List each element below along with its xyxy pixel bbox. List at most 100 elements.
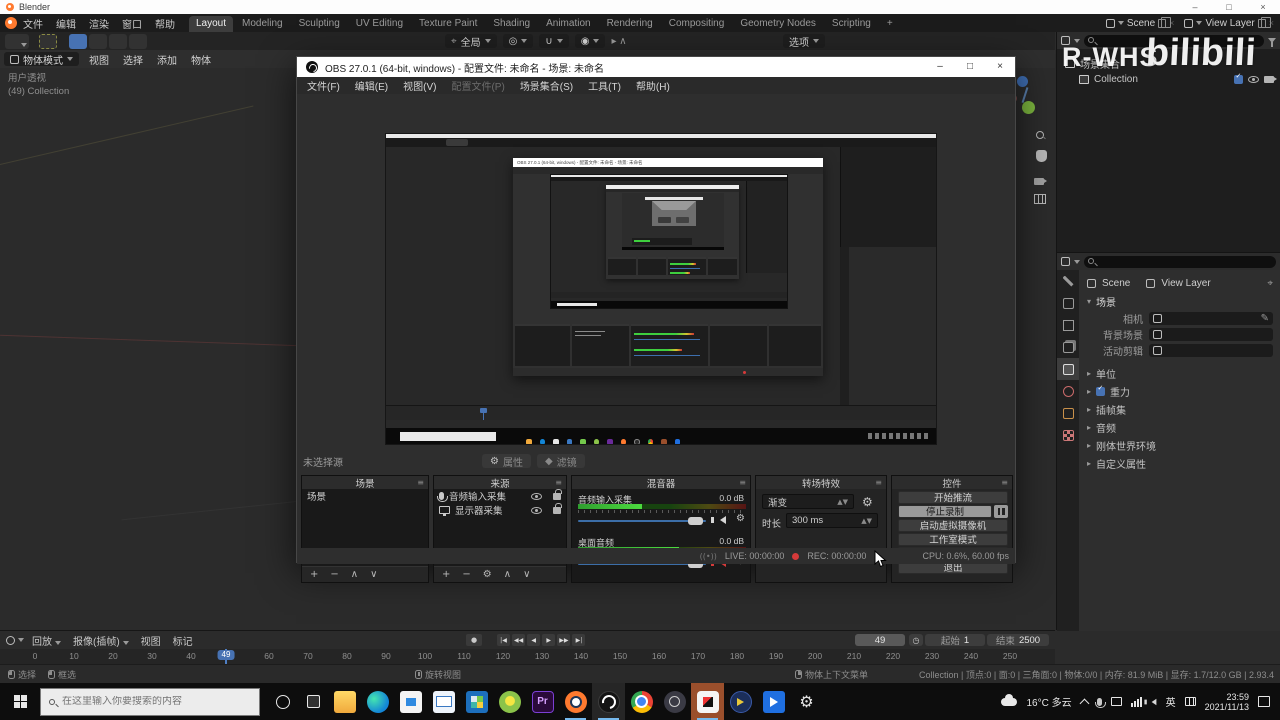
source-properties-button[interactable]: ⚙ 属性 [482, 454, 531, 469]
workspace-tab[interactable]: Shading [486, 16, 537, 32]
collapsed-section-row[interactable]: ▸重力 [1087, 382, 1273, 400]
snap-toggle[interactable]: ∪ [539, 34, 569, 48]
taskbar-search[interactable] [40, 687, 260, 716]
maximize-button[interactable]: □ [1212, 0, 1246, 14]
workspace-tab[interactable]: Compositing [662, 16, 732, 32]
outliner-scene-collection-row[interactable]: 场景集合 [1057, 55, 1280, 71]
workspace-tab[interactable]: Layout [189, 16, 234, 32]
transitions-panel-header[interactable]: 转场特效 ≡ [756, 476, 886, 490]
remove-source-icon[interactable]: − [462, 569, 470, 580]
use-preview-range-button[interactable]: ◷ [909, 634, 923, 646]
viewport-menu-item[interactable]: 物体 [191, 52, 211, 67]
collapsed-section-row[interactable]: ▸ 插帧集 [1087, 400, 1273, 418]
move-down-icon[interactable]: ∨ [523, 569, 530, 580]
workspace-tab[interactable]: Texture Paint [412, 16, 484, 32]
start-streaming-button[interactable]: 开始推流 [898, 491, 1008, 504]
duration-field[interactable]: 300 ms ▲▼ [786, 513, 878, 528]
mode-dropdown[interactable]: 物体模式 [4, 52, 79, 67]
workspace-tab[interactable]: + [880, 16, 900, 32]
file-explorer[interactable] [328, 683, 361, 720]
workspace-tab[interactable]: Rendering [600, 16, 660, 32]
timeline-menu-item[interactable]: 视图 [141, 633, 161, 648]
obs-maximize-button[interactable]: □ [955, 57, 985, 77]
studio-mode-button[interactable]: 工作室模式 [898, 533, 1008, 546]
orthographic-toggle-icon[interactable] [1034, 194, 1046, 204]
jump-end-icon[interactable]: ▶| [572, 634, 586, 646]
blender-menu-icon[interactable] [5, 17, 17, 29]
obs-titlebar[interactable]: OBS 27.0.1 (64-bit, windows) - 配置文件: 未命名… [297, 57, 1015, 77]
zoom-icon[interactable] [1036, 126, 1049, 139]
obs-menu-item[interactable]: 场景集合(S) [520, 78, 573, 93]
workspace-tab[interactable]: Animation [539, 16, 597, 32]
obs[interactable] [592, 683, 625, 720]
tray-microphone-icon[interactable] [1094, 697, 1106, 708]
proportional-edit-dropdown[interactable]: ◉ [574, 34, 606, 48]
select-mode-box-button[interactable] [89, 33, 107, 49]
select-tool-button[interactable] [39, 33, 57, 49]
sources-panel-header[interactable]: 来源 ≡ [434, 476, 566, 490]
obs-close-button[interactable]: × [985, 57, 1015, 77]
timeline-menu-item[interactable]: 报像(插帧) [73, 633, 129, 648]
filter-icon[interactable] [1268, 38, 1276, 47]
world-properties-tab[interactable] [1057, 380, 1079, 402]
collapsed-section-row[interactable]: ▸ 音频 [1087, 418, 1273, 436]
select-mode-lasso-button[interactable] [129, 33, 147, 49]
output-properties-tab[interactable] [1057, 314, 1079, 336]
frame-end-field[interactable]: 结束 2500 [987, 634, 1049, 647]
new-viewlayer-icon[interactable] [1257, 16, 1271, 28]
collapsed-section-row[interactable]: ▸ 刚体世界环境 [1087, 436, 1273, 454]
edge[interactable] [361, 683, 394, 720]
store[interactable] [394, 683, 427, 720]
play-icon[interactable]: ▶ [542, 634, 556, 646]
auto-keyframe-button[interactable]: ● [466, 634, 482, 646]
network-icon[interactable] [1130, 696, 1142, 707]
minimize-button[interactable]: – [1178, 0, 1212, 14]
search-input[interactable] [62, 696, 242, 707]
blender[interactable] [559, 683, 592, 720]
capcut[interactable] [691, 683, 724, 720]
prev-keyframe-icon[interactable]: ◀◀ [512, 634, 526, 646]
move-up-icon[interactable]: ∧ [351, 569, 358, 580]
panel-menu-icon[interactable]: ≡ [1001, 478, 1008, 487]
collection-checkbox[interactable] [1234, 72, 1243, 84]
lock-icon[interactable] [553, 502, 562, 514]
outliner-search-input[interactable] [1084, 34, 1264, 47]
tablet-mode-icon[interactable] [1110, 697, 1122, 706]
obs-preview-capture[interactable]: OBS 27.0.1 (64-bit, windows) - 配置文件: 未命名… [385, 133, 937, 445]
breadcrumb-scene[interactable]: Scene [1102, 278, 1130, 289]
ime-icon[interactable] [1184, 697, 1196, 706]
weather-text[interactable]: 16°C 多云 [1026, 694, 1071, 709]
camera-view-icon[interactable] [1034, 172, 1047, 185]
mail[interactable] [427, 683, 460, 720]
panel-menu-icon[interactable]: ≡ [417, 478, 424, 487]
obs-menu-item[interactable]: 文件(F) [307, 78, 340, 93]
source-list-item[interactable]: 音频输入采集 [434, 488, 566, 503]
premiere[interactable]: Pr [526, 683, 559, 720]
viewport-menu-item[interactable]: 添加 [157, 52, 177, 67]
move-up-icon[interactable]: ∧ [504, 569, 511, 580]
topbar-menu-item[interactable]: 窗口 [122, 16, 142, 31]
scene-selector[interactable]: Scene × [1105, 16, 1174, 29]
remove-scene-icon[interactable]: − [330, 569, 338, 580]
chrome[interactable] [625, 683, 658, 720]
cortana-button[interactable] [268, 683, 298, 720]
viewlayer-properties-tab[interactable] [1057, 336, 1079, 358]
volume-icon[interactable] [1144, 698, 1157, 705]
transition-settings-icon[interactable]: ⚙ [862, 495, 873, 509]
outliner-editor-icon[interactable] [1061, 36, 1070, 45]
properties-search-input[interactable] [1084, 255, 1276, 268]
gizmo-y-axis[interactable] [1022, 101, 1035, 114]
next-keyframe-icon[interactable]: ▶▶ [557, 634, 571, 646]
viewlayer-selector[interactable]: View Layer × [1184, 16, 1274, 29]
volume-slider-handle[interactable] [688, 517, 703, 525]
frame-start-field[interactable]: 起始 1 [925, 634, 985, 647]
source-properties-icon[interactable]: ⚙ [483, 569, 492, 580]
gizmo-z-axis[interactable] [1017, 76, 1028, 87]
topbar-menu-item[interactable]: 文件 [23, 16, 43, 31]
pause-recording-button[interactable] [994, 505, 1008, 518]
movies-tv[interactable] [757, 683, 790, 720]
transition-select[interactable]: 渐变 ▲▼ [762, 494, 854, 509]
app-green[interactable] [493, 683, 526, 720]
disable-render-camera-icon[interactable] [1264, 75, 1277, 83]
scene-list-item[interactable]: 场景 [302, 489, 428, 503]
